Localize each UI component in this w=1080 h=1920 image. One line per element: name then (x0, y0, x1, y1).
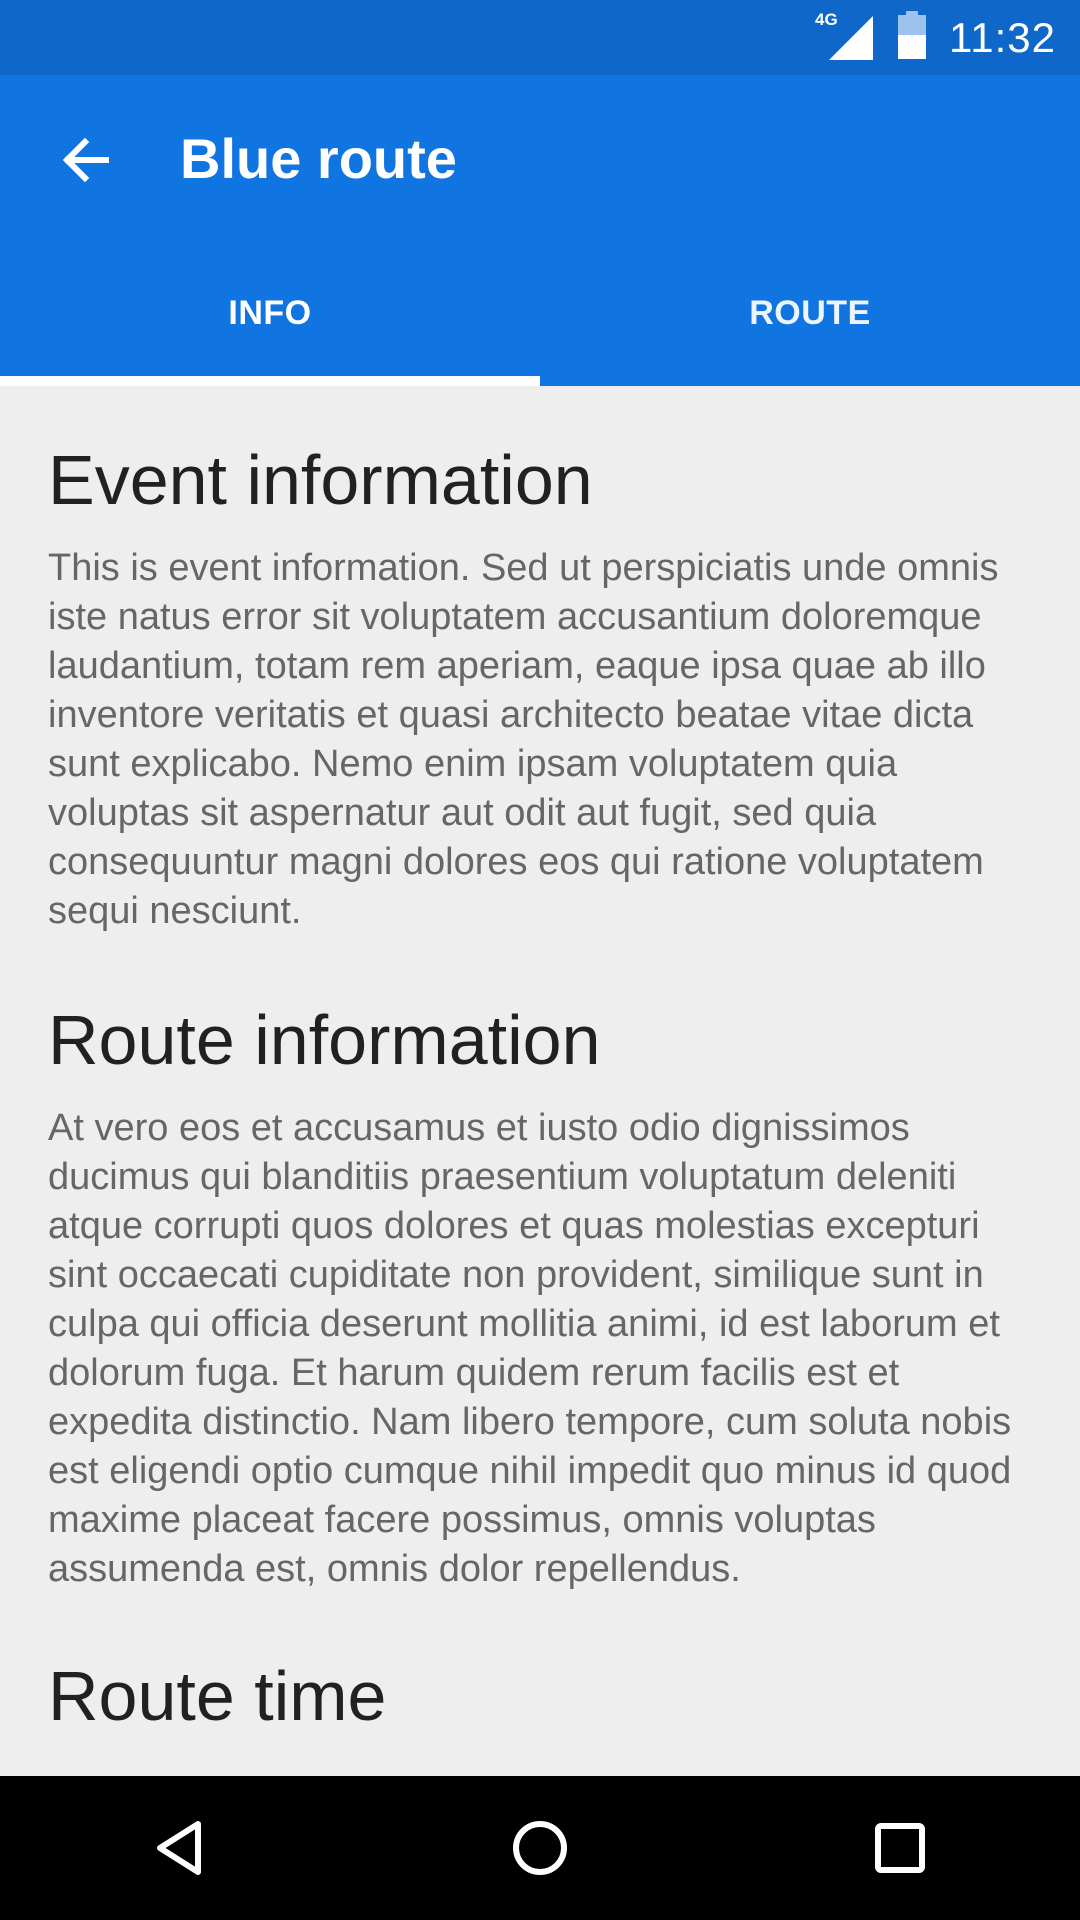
tab-info[interactable]: INFO (0, 240, 540, 386)
tab-selected-indicator (0, 376, 540, 386)
back-button[interactable] (40, 115, 130, 205)
status-icons: 4G 11:32 (815, 0, 1056, 75)
nav-recents-button[interactable] (840, 1788, 960, 1908)
nav-back-button[interactable] (120, 1788, 240, 1908)
route-time-section: Route time (0, 1594, 1080, 1738)
back-triangle-icon (157, 1821, 201, 1875)
nav-home-button[interactable] (480, 1788, 600, 1908)
tab-route-label: ROUTE (749, 293, 871, 332)
page-title: Blue route (180, 127, 457, 190)
arrow-left-icon (62, 137, 109, 183)
section-heading: Route time (48, 1657, 387, 1735)
section-heading: Route information (48, 1001, 601, 1079)
tab-info-label: INFO (228, 293, 312, 332)
content-scroll-area[interactable]: Event information This is event informat… (0, 386, 1080, 1776)
section-body: At vero eos et accusamus et iusto odio d… (48, 1107, 1012, 1590)
home-circle-icon (513, 1821, 567, 1875)
tab-route[interactable]: ROUTE (540, 240, 1080, 386)
route-information-section: Route information At vero eos et accusam… (0, 936, 1080, 1594)
tab-bar: INFO ROUTE (0, 240, 1080, 386)
status-time: 11:32 (949, 13, 1056, 61)
recents-square-icon (875, 1823, 925, 1873)
network-type-label: 4G (815, 9, 838, 29)
event-information-section: Event information This is event informat… (0, 386, 1080, 936)
app-bar: Blue route INFO ROUTE (0, 75, 1080, 386)
signal-icon: 4G (815, 10, 875, 62)
status-bar: 4G 11:32 (0, 0, 1080, 75)
section-body: This is event information. Sed ut perspi… (48, 547, 999, 932)
system-navigation-bar (0, 1776, 1080, 1920)
battery-icon (897, 11, 927, 64)
section-heading: Event information (48, 441, 593, 519)
